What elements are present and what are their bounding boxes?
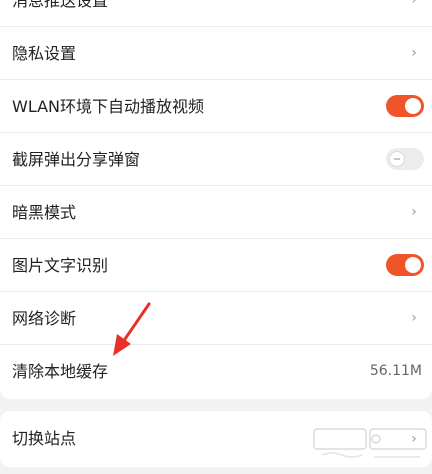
chevron-right-icon: › xyxy=(411,310,417,326)
site-card: 切换站点 › xyxy=(0,411,432,467)
chevron-right-icon: › xyxy=(411,0,417,8)
settings-card: 消息推送设置 › 隐私设置 › WLAN环境下自动播放视频 截屏弹出分享弹窗 暗… xyxy=(0,0,432,399)
row-clear-cache[interactable]: 清除本地缓存 56.11M xyxy=(0,345,432,398)
row-privacy-settings[interactable]: 隐私设置 › xyxy=(0,27,432,80)
wlan-autoplay-toggle[interactable] xyxy=(386,95,424,117)
row-image-text-recognition: 图片文字识别 xyxy=(0,239,432,292)
toggle-knob xyxy=(389,151,405,167)
image-text-recognition-toggle[interactable] xyxy=(386,254,424,276)
row-screenshot-share: 截屏弹出分享弹窗 xyxy=(0,133,432,186)
row-switch-site-label: 切换站点 xyxy=(12,429,77,448)
row-image-text-recognition-label: 图片文字识别 xyxy=(12,256,109,275)
row-network-diagnosis-label: 网络诊断 xyxy=(12,309,77,328)
toggle-knob xyxy=(405,257,421,273)
row-push-settings[interactable]: 消息推送设置 › xyxy=(0,0,432,27)
row-dark-mode-label: 暗黑模式 xyxy=(12,203,77,222)
cache-size-value: 56.11M xyxy=(369,363,422,379)
row-push-settings-label: 消息推送设置 xyxy=(12,0,109,10)
settings-screen: 消息推送设置 › 隐私设置 › WLAN环境下自动播放视频 截屏弹出分享弹窗 暗… xyxy=(0,0,432,474)
row-wlan-autoplay-label: WLAN环境下自动播放视频 xyxy=(12,97,205,116)
row-wlan-autoplay: WLAN环境下自动播放视频 xyxy=(0,80,432,133)
chevron-right-icon: › xyxy=(411,204,417,220)
row-dark-mode[interactable]: 暗黑模式 › xyxy=(0,186,432,239)
row-switch-site[interactable]: 切换站点 › xyxy=(0,411,432,467)
row-network-diagnosis[interactable]: 网络诊断 › xyxy=(0,292,432,345)
toggle-knob xyxy=(405,98,421,114)
row-screenshot-share-label: 截屏弹出分享弹窗 xyxy=(12,150,141,169)
chevron-right-icon: › xyxy=(411,45,417,61)
row-privacy-settings-label: 隐私设置 xyxy=(12,44,77,63)
row-clear-cache-label: 清除本地缓存 xyxy=(12,362,109,381)
chevron-right-icon: › xyxy=(411,431,417,447)
screenshot-share-toggle[interactable] xyxy=(386,148,424,170)
